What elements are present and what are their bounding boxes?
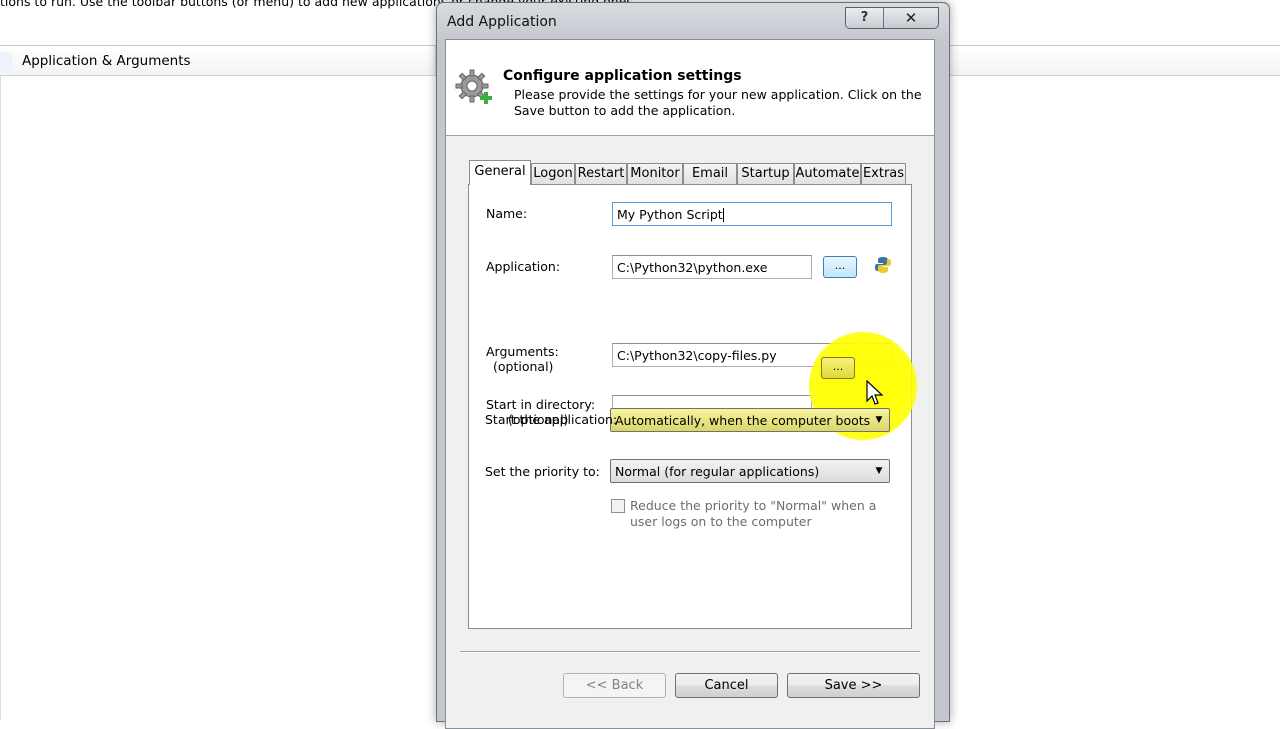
dialog-title: Add Application: [447, 14, 557, 30]
priority-label: Set the priority to:: [485, 464, 600, 479]
application-field[interactable]: C:\Python32\python.exe: [612, 255, 812, 279]
arguments-label: Arguments: (optional): [486, 344, 559, 374]
tab-extras[interactable]: Extras: [861, 163, 906, 184]
priority-select[interactable]: Normal (for regular applications) ▼: [610, 459, 890, 483]
text-caret: [722, 208, 724, 222]
help-button[interactable]: ?: [846, 8, 884, 28]
tab-general[interactable]: General: [469, 160, 531, 185]
start-application-select[interactable]: Automatically, when the computer boots ▼: [610, 408, 890, 432]
close-button[interactable]: ✕: [884, 8, 938, 28]
dialog-header: Configure application settings Please pr…: [446, 40, 934, 136]
button-separator: [460, 651, 920, 653]
dialog-titlebar[interactable]: Add Application ? ✕: [437, 3, 949, 41]
priority-value: Normal (for regular applications): [615, 464, 820, 479]
tab-monitor[interactable]: Monitor: [627, 163, 683, 184]
application-browse-button[interactable]: ...: [823, 256, 857, 278]
mouse-pointer-icon: [866, 380, 884, 405]
back-button[interactable]: << Back: [563, 673, 666, 698]
tab-email[interactable]: Email: [683, 163, 737, 184]
arguments-label-text: Arguments:: [486, 344, 559, 359]
start-directory-label-text: Start in directory:: [486, 397, 596, 412]
cancel-button[interactable]: Cancel: [675, 673, 778, 698]
start-application-label: Start the application:: [485, 412, 618, 427]
name-field[interactable]: My Python Script: [612, 202, 892, 226]
tab-restart[interactable]: Restart: [575, 163, 627, 184]
arguments-optional-text: (optional): [493, 359, 554, 374]
start-application-value: Automatically, when the computer boots: [615, 413, 871, 428]
tab-logon[interactable]: Logon: [531, 163, 575, 184]
chevron-down-icon: ▼: [875, 466, 883, 476]
list-body-edge: [0, 76, 1, 720]
chevron-down-icon: ▼: [875, 415, 883, 425]
gear-add-icon: [455, 69, 492, 104]
save-button[interactable]: Save >>: [787, 673, 920, 698]
header-title: Configure application settings: [503, 68, 742, 84]
tab-automate[interactable]: Automate: [794, 163, 861, 184]
name-value: My Python Script: [617, 207, 723, 222]
start-directory-browse-button[interactable]: ...: [821, 357, 855, 379]
name-label: Name:: [486, 206, 528, 221]
column-application-arguments[interactable]: Application & Arguments: [0, 46, 436, 76]
tab-startup[interactable]: Startup: [737, 163, 794, 184]
python-icon[interactable]: [873, 255, 893, 275]
caption-buttons: ? ✕: [845, 7, 939, 29]
header-description: Please provide the settings for your new…: [514, 87, 922, 118]
reduce-priority-checkbox[interactable]: [611, 499, 625, 513]
reduce-priority-label[interactable]: Reduce the priority to "Normal" when a u…: [630, 498, 890, 530]
application-label: Application:: [486, 259, 561, 274]
